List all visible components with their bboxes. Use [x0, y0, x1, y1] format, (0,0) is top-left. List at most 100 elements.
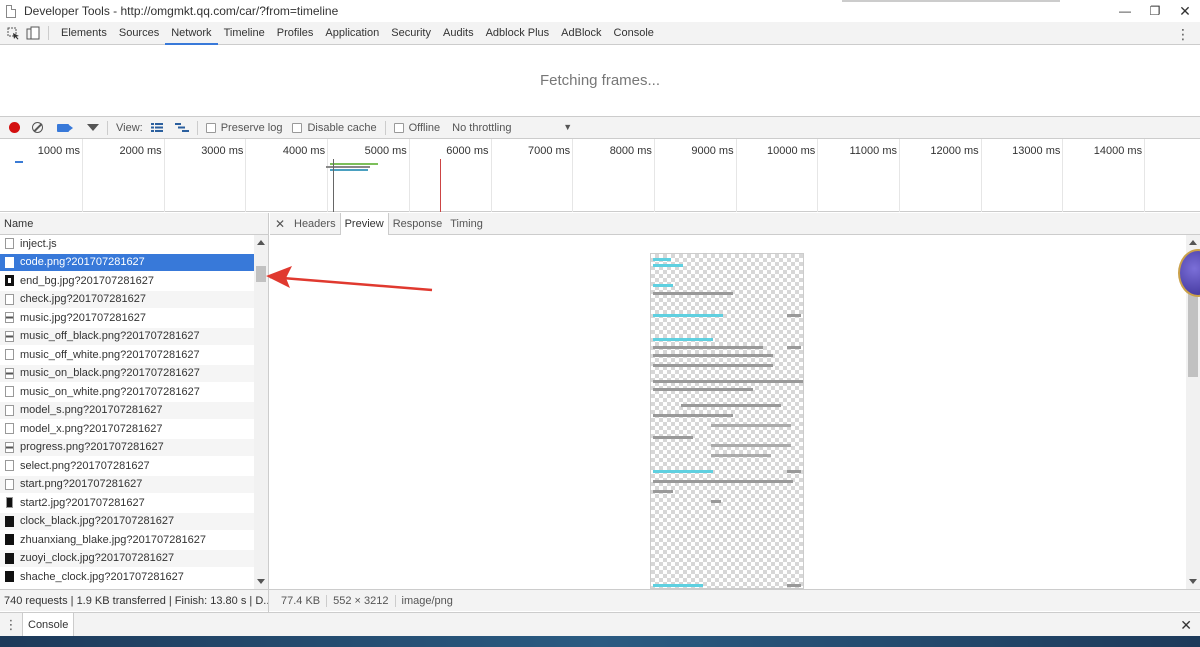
table-row[interactable]: end_bg.jpg?201707281627 — [0, 272, 254, 291]
disable-cache-option[interactable]: Disable cache — [292, 121, 377, 134]
floating-orb-icon — [1178, 249, 1200, 297]
scroll-up-icon[interactable] — [1189, 240, 1197, 245]
clear-icon[interactable] — [32, 122, 43, 133]
preview-info: 77.4 KB 552 × 3212 image/png — [269, 594, 459, 607]
request-name: music_on_black.png?201707281627 — [20, 367, 200, 380]
scroll-up-icon[interactable] — [257, 240, 265, 245]
detail-tab-preview[interactable]: Preview — [339, 212, 389, 235]
overview-gridline — [245, 139, 247, 212]
tab-application[interactable]: Application — [319, 22, 385, 45]
table-row[interactable]: zhuanxiang_blake.jpg?201707281627 — [0, 531, 254, 550]
table-row[interactable]: model_s.png?201707281627 — [0, 401, 254, 420]
overview-gridline — [490, 139, 492, 212]
tab-elements[interactable]: Elements — [55, 22, 113, 45]
toolbar-separator — [384, 120, 386, 135]
preview-content-mark — [787, 346, 801, 349]
preview-content-mark — [653, 364, 773, 367]
window-title: Developer Tools - http://omgmkt.qq.com/c… — [24, 4, 339, 18]
table-row[interactable]: progress.png?201707281627 — [0, 438, 254, 457]
tab-security[interactable]: Security — [385, 22, 437, 45]
maximize-button[interactable]: ❐ — [1140, 0, 1170, 22]
table-row[interactable]: code.png?201707281627 — [0, 253, 254, 272]
background-window-edge — [842, 0, 1060, 2]
detail-tab-timing[interactable]: Timing — [446, 213, 487, 235]
overview-gridline — [408, 139, 410, 212]
drawer-menu-icon[interactable]: ⋮ — [0, 617, 22, 633]
device-toolbar-icon[interactable] — [26, 26, 40, 40]
drawer-tab-console[interactable]: Console — [22, 612, 75, 637]
table-row[interactable]: select.png?201707281627 — [0, 457, 254, 476]
offline-option[interactable]: Offline — [393, 122, 440, 134]
table-row[interactable]: inject.js — [0, 235, 254, 254]
overview-gridline — [1062, 139, 1064, 212]
tab-sources[interactable]: Sources — [113, 22, 165, 45]
minimize-button[interactable]: — — [1110, 0, 1140, 22]
table-row[interactable]: start2.jpg?201707281627 — [0, 494, 254, 513]
list-view-icon[interactable] — [150, 122, 165, 133]
close-button[interactable]: ✕ — [1170, 0, 1200, 22]
image-preview — [650, 253, 804, 589]
close-detail-icon[interactable]: ✕ — [270, 217, 290, 231]
preserve-log-option[interactable]: Preserve log — [205, 122, 282, 134]
disable-cache-label: Disable cache — [307, 121, 377, 134]
close-drawer-icon[interactable]: ✕ — [1180, 617, 1192, 634]
filter-icon[interactable] — [87, 124, 99, 131]
overview-gridline — [980, 139, 982, 212]
tab-audits[interactable]: Audits — [437, 22, 480, 45]
filmstrip-area: Fetching frames... — [0, 45, 1200, 117]
detail-tab-response[interactable]: Response — [389, 213, 447, 235]
network-overview-timeline[interactable]: 1000 ms 2000 ms 3000 ms 4000 ms 5000 ms 6000 … — [0, 139, 1200, 212]
tabbar-separator — [48, 26, 49, 40]
table-row[interactable]: music_on_white.png?201707281627 — [0, 383, 254, 402]
overview-tick-label: 14000 ms — [1093, 145, 1143, 157]
tab-timeline[interactable]: Timeline — [218, 22, 271, 45]
tab-console[interactable]: Console — [608, 22, 660, 45]
preview-content-mark — [681, 404, 781, 407]
capture-screenshots-icon[interactable] — [57, 123, 73, 132]
tab-network[interactable]: Network — [165, 22, 218, 45]
table-row[interactable]: start.png?201707281627 — [0, 475, 254, 494]
detail-tab-headers[interactable]: Headers — [290, 213, 340, 235]
tab-adblock-plus[interactable]: Adblock Plus — [480, 22, 556, 45]
request-name: zuoyi_clock.jpg?201707281627 — [20, 552, 175, 565]
overview-tick-label: 1000 ms — [37, 145, 80, 157]
request-name: model_s.png?201707281627 — [20, 404, 163, 417]
preview-content-mark — [653, 354, 773, 357]
throttling-select[interactable]: No throttling ▼ — [452, 122, 572, 134]
name-column-header[interactable]: Name — [0, 213, 268, 235]
table-row[interactable]: zuoyi_clock.jpg?201707281627 — [0, 549, 254, 568]
overview-tick-label: 13000 ms — [1012, 145, 1061, 157]
table-row[interactable]: shache_clock.jpg?201707281627 — [0, 568, 254, 587]
request-name: music_on_white.png?201707281627 — [20, 385, 200, 398]
table-row[interactable]: music_off_black.png?201707281627 — [0, 327, 254, 346]
tab-adblock[interactable]: AdBlock — [555, 22, 607, 45]
table-row[interactable]: model_x.png?201707281627 — [0, 420, 254, 439]
table-row[interactable]: music_off_white.png?201707281627 — [0, 346, 254, 365]
file-type-icon — [5, 293, 14, 305]
table-row[interactable]: music.jpg?201707281627 — [0, 309, 254, 328]
record-icon[interactable] — [9, 122, 20, 133]
request-name: model_x.png?201707281627 — [20, 422, 163, 435]
overview-gridline — [735, 139, 737, 212]
offline-checkbox[interactable] — [393, 122, 404, 133]
overview-tick-label: 4000 ms — [282, 145, 326, 157]
annotation-arrow-icon — [266, 266, 433, 292]
request-name: code.png?201707281627 — [20, 256, 145, 269]
disable-cache-checkbox[interactable] — [292, 122, 303, 133]
overview-view-icon[interactable] — [174, 122, 189, 133]
throttling-value: No throttling — [452, 121, 512, 134]
file-type-icon — [5, 552, 14, 564]
requests-summary: 740 requests | 1.9 KB transferred | Fini… — [0, 589, 269, 612]
preserve-log-checkbox[interactable] — [205, 122, 216, 133]
table-row[interactable]: check.jpg?201707281627 — [0, 290, 254, 309]
request-name: music.jpg?201707281627 — [20, 311, 146, 324]
inspect-element-icon[interactable] — [6, 26, 20, 40]
file-type-icon — [5, 238, 14, 250]
more-options-icon[interactable]: ⋮ — [1176, 26, 1190, 43]
tab-profiles[interactable]: Profiles — [271, 22, 320, 45]
table-row[interactable]: music_on_black.png?201707281627 — [0, 364, 254, 383]
overview-request-bar — [330, 163, 378, 165]
table-row[interactable]: clock_black.jpg?201707281627 — [0, 512, 254, 531]
scroll-down-icon[interactable] — [1189, 579, 1197, 584]
scroll-down-icon[interactable] — [257, 579, 265, 584]
